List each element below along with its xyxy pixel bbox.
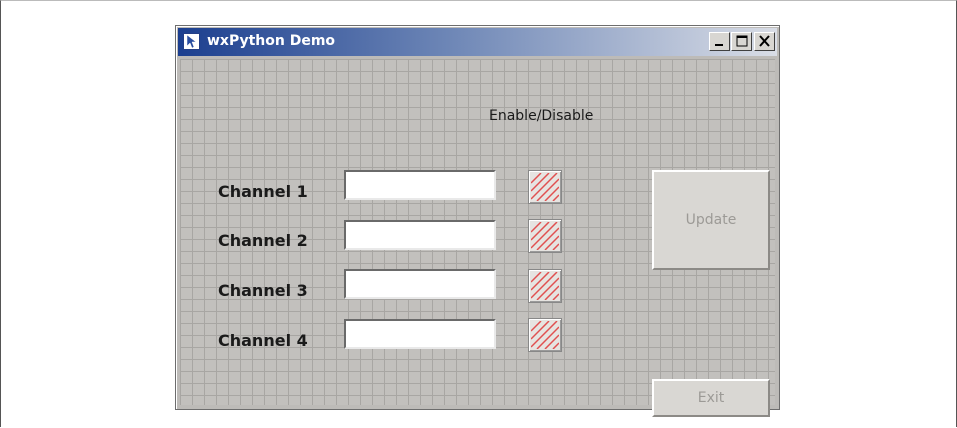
channel-3-label: Channel 3 [218, 281, 308, 300]
update-button[interactable]: Update [652, 170, 770, 270]
channel-4-input[interactable] [344, 319, 496, 349]
window-title: wxPython Demo [207, 33, 336, 49]
channel-4-toggle[interactable] [528, 318, 562, 352]
channel-4-label: Channel 4 [218, 331, 308, 350]
exit-button[interactable]: Exit [652, 379, 770, 417]
channel-2-toggle[interactable] [528, 219, 562, 253]
client-area: Enable/Disable Channel 1 Channel 2 Chann… [180, 59, 775, 417]
hatch-icon [531, 272, 559, 300]
hatch-icon [531, 173, 559, 201]
hatch-icon [531, 222, 559, 250]
channel-1-input[interactable] [344, 170, 496, 200]
channel-3-input[interactable] [344, 269, 496, 299]
channel-2-input[interactable] [344, 220, 496, 250]
close-button[interactable] [754, 32, 775, 51]
channel-2-label: Channel 2 [218, 231, 308, 250]
maximize-icon [736, 35, 748, 47]
app-window: wxPython Demo Enable/Disable Channel 1 C… [175, 25, 780, 417]
maximize-button[interactable] [731, 32, 752, 51]
channel-1-label: Channel 1 [218, 182, 308, 201]
hatch-icon [531, 321, 559, 349]
channel-3-toggle[interactable] [528, 269, 562, 303]
minimize-button[interactable] [709, 32, 730, 51]
channel-1-toggle[interactable] [528, 170, 562, 204]
close-icon [759, 35, 770, 47]
enable-disable-header: Enable/Disable [489, 108, 594, 124]
minimize-icon [715, 44, 723, 46]
cursor-arrow-icon [183, 33, 200, 50]
title-bar[interactable]: wxPython Demo [178, 28, 777, 56]
